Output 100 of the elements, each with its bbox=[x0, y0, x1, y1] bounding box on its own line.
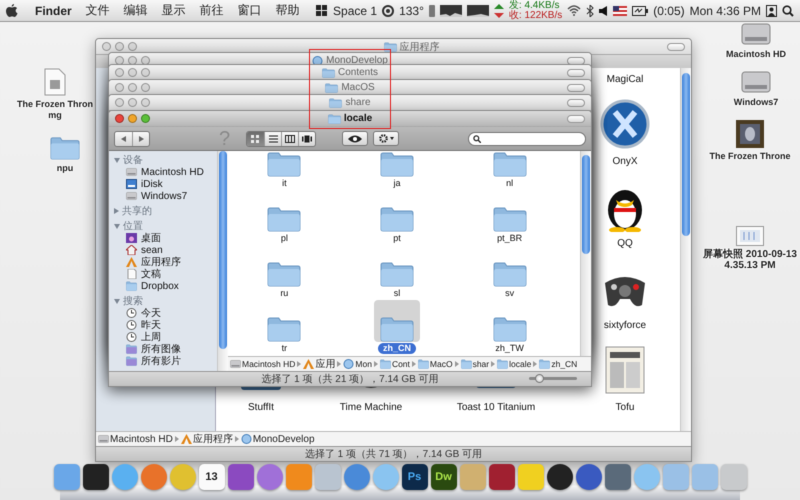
folder-name[interactable]: ru bbox=[275, 288, 294, 299]
folder-icon bbox=[329, 98, 342, 108]
folder-tile[interactable] bbox=[374, 300, 420, 342]
toolbar-toggle-button[interactable] bbox=[567, 98, 585, 106]
scrollbar[interactable] bbox=[680, 68, 691, 431]
app-label[interactable]: MagiCal bbox=[606, 73, 644, 87]
menu-item[interactable]: 文件 bbox=[80, 2, 115, 19]
sidebar-item[interactable]: 桌面 bbox=[141, 231, 161, 245]
status-icon[interactable] bbox=[382, 4, 394, 16]
desktop-icon-label[interactable]: Windows7 bbox=[734, 97, 778, 108]
folder-name[interactable]: zh_CN bbox=[378, 343, 416, 354]
dock-app-icon[interactable] bbox=[82, 464, 108, 490]
disclosure-triangle[interactable] bbox=[114, 158, 120, 162]
path-item[interactable]: locale bbox=[497, 359, 532, 369]
desktop-icon-label[interactable]: The Frozen Thron mg bbox=[17, 99, 93, 121]
battery-icon[interactable] bbox=[632, 6, 648, 16]
menu-item[interactable]: 窗口 bbox=[232, 2, 267, 19]
desktop-icon-label[interactable]: Macintosh HD bbox=[726, 49, 786, 60]
dock-app-icon[interactable]: Ps bbox=[402, 464, 428, 490]
quick-look-button[interactable] bbox=[342, 131, 368, 146]
sidebar-item[interactable]: Macintosh HD bbox=[141, 166, 204, 178]
sidebar-item[interactable]: 所有影片 bbox=[141, 354, 181, 368]
path-item[interactable]: 应用 bbox=[303, 357, 336, 371]
toolbar-toggle-button[interactable] bbox=[567, 114, 585, 122]
app-label[interactable]: QQ bbox=[617, 237, 633, 251]
sidebar-item[interactable]: 上周 bbox=[141, 330, 161, 344]
path-item[interactable]: MacO bbox=[418, 359, 453, 369]
desktop-icon-label[interactable]: npu bbox=[56, 163, 74, 174]
desktop-icon-label[interactable]: 屏幕快照 2010-09-13 4.35.13 PM bbox=[703, 249, 797, 271]
folder-name[interactable]: sv bbox=[500, 288, 520, 299]
folder-name[interactable]: pl bbox=[276, 233, 293, 244]
memory-graph bbox=[466, 4, 489, 16]
app-label[interactable]: sixtyforce bbox=[604, 319, 646, 333]
folder-name[interactable]: zh_TW bbox=[490, 343, 529, 354]
apple-icon[interactable] bbox=[6, 4, 18, 18]
clock[interactable]: Mon 4:36 PM bbox=[690, 4, 761, 18]
sidebar-item[interactable]: sean bbox=[141, 244, 163, 256]
sidebar-item[interactable]: 文稿 bbox=[141, 267, 161, 281]
sidebar-item[interactable]: 今天 bbox=[141, 306, 161, 320]
menu-item[interactable]: 帮助 bbox=[270, 2, 305, 19]
toolbar-toggle-button[interactable] bbox=[567, 84, 585, 92]
path-item[interactable]: MonoDevelop bbox=[240, 434, 315, 444]
folder-name[interactable]: ja bbox=[388, 178, 406, 189]
list-view-icon bbox=[268, 134, 278, 142]
path-item[interactable]: zh_CN bbox=[539, 359, 578, 369]
path-item[interactable]: Macintosh HD bbox=[98, 434, 173, 444]
app-label[interactable]: Tofu bbox=[616, 401, 634, 415]
sidebar-item[interactable]: 昨天 bbox=[141, 318, 161, 332]
app-menu[interactable]: Finder bbox=[30, 4, 77, 18]
sidebar-item[interactable]: iDisk bbox=[141, 178, 163, 190]
disclosure-triangle[interactable] bbox=[114, 298, 120, 304]
folder-name[interactable]: pt_BR bbox=[492, 233, 528, 244]
menu-item[interactable]: 前往 bbox=[194, 2, 229, 19]
sidebar-item[interactable]: 应用程序 bbox=[141, 255, 181, 269]
menu-item[interactable]: 显示 bbox=[156, 2, 191, 19]
folder-name[interactable]: it bbox=[277, 178, 292, 189]
folder-name[interactable]: tr bbox=[276, 343, 292, 354]
toolbar-toggle-button[interactable] bbox=[567, 68, 585, 76]
path-item[interactable]: Mon bbox=[343, 359, 372, 369]
sidebar-item[interactable]: 所有图像 bbox=[141, 342, 181, 356]
app-label[interactable]: Time Machine bbox=[340, 401, 402, 415]
search-field[interactable] bbox=[468, 132, 586, 146]
wifi-icon[interactable] bbox=[567, 5, 582, 16]
folder-icon bbox=[267, 261, 302, 287]
folder-name[interactable]: pt bbox=[388, 233, 406, 244]
path-item[interactable]: shar bbox=[460, 359, 490, 369]
dock-app-icon[interactable]: Dw bbox=[430, 464, 456, 490]
bluetooth-icon[interactable] bbox=[586, 4, 594, 16]
folder-name[interactable]: sl bbox=[388, 288, 406, 299]
path-item[interactable]: Cont bbox=[380, 359, 410, 369]
user-icon[interactable] bbox=[766, 4, 777, 16]
app-label[interactable]: OnyX bbox=[612, 155, 638, 169]
folder-icon bbox=[380, 261, 414, 287]
app-label[interactable]: Toast 10 Titanium bbox=[456, 401, 536, 415]
zoom-slider[interactable] bbox=[529, 377, 577, 380]
path-item[interactable]: 应用程序 bbox=[180, 432, 233, 446]
disclosure-triangle[interactable] bbox=[114, 208, 119, 214]
dock-app-icon[interactable]: 13 bbox=[198, 464, 224, 490]
image-file-icon bbox=[736, 226, 764, 246]
volume-icon[interactable] bbox=[599, 6, 608, 16]
path-item[interactable]: Macintosh HD bbox=[230, 359, 296, 369]
slider-thumb[interactable] bbox=[534, 374, 544, 383]
menu-item[interactable]: 编辑 bbox=[118, 2, 153, 19]
scrollbar[interactable] bbox=[580, 151, 591, 356]
action-button[interactable] bbox=[373, 131, 400, 146]
spaces-icon[interactable] bbox=[316, 5, 328, 16]
folder-icon bbox=[325, 82, 338, 92]
toolbar-toggle-button[interactable] bbox=[567, 56, 585, 64]
sidebar-item[interactable]: Dropbox bbox=[141, 280, 179, 292]
disclosure-triangle[interactable] bbox=[114, 224, 120, 228]
sidebar-item[interactable]: Windows7 bbox=[141, 190, 188, 202]
dock-app-icon[interactable] bbox=[546, 464, 572, 490]
scrollbar[interactable] bbox=[217, 151, 228, 371]
flag-icon[interactable] bbox=[613, 6, 628, 16]
app-label[interactable]: StuffIt bbox=[248, 401, 274, 415]
folder-name[interactable]: nl bbox=[501, 178, 518, 189]
icon-view-icon bbox=[251, 134, 260, 142]
desktop-icon-label[interactable]: The Frozen Throne bbox=[710, 151, 790, 162]
search-icon[interactable] bbox=[782, 4, 794, 16]
toolbar-toggle-button[interactable] bbox=[667, 42, 685, 50]
